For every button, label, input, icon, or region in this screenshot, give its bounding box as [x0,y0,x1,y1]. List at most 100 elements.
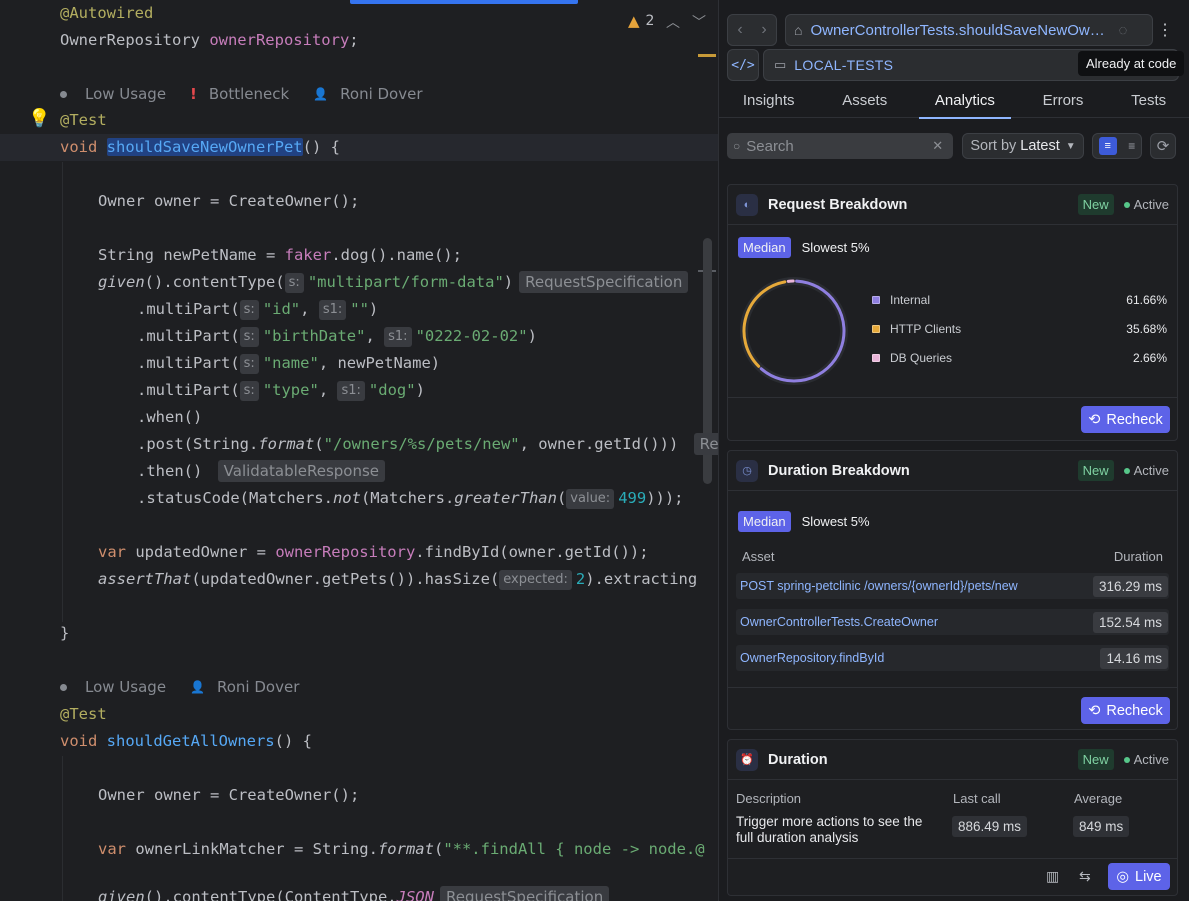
warning-icon: ▲ [628,12,640,30]
asset-link[interactable]: POST spring-petclinic /owners/{ownerId}/… [740,579,1093,593]
code-line[interactable]: Owner owner = CreateOwner(); [98,188,359,215]
codelens-row: Low Usage 👤 Roni Dover [60,675,299,699]
column-header: Last call [953,791,1001,806]
low-usage-label[interactable]: Low Usage [85,82,166,106]
tooltip: Already at code [1078,51,1185,76]
bottleneck-icon: ! [190,85,197,103]
duration-value: 14.16 ms [1100,647,1168,669]
code-line[interactable]: OwnerRepository ownerRepository; [60,27,359,54]
location-bar[interactable]: ⌂ OwnerControllerTests.shouldSaveNewOwne… [785,14,1153,46]
code-line[interactable]: @Autowired [60,0,153,27]
duration-value: 316.29 ms [1092,575,1168,597]
slowest-pill[interactable]: Slowest 5% [797,511,875,532]
median-pill[interactable]: Median [738,237,791,258]
search-box: ○ ✕ [727,133,953,159]
card-title: Duration Breakdown [768,462,910,479]
column-header: Average [1074,791,1123,806]
legend-swatch [872,325,880,333]
table-header: Asset Duration [742,549,1163,564]
code-line[interactable]: @Test [60,107,107,134]
code-line[interactable]: .statusCode(Matchers.not(Matchers.greate… [137,485,684,512]
tab-analytics[interactable]: Analytics [918,84,1011,119]
code-line[interactable]: given().contentType(s: "multipart/form-da… [98,269,689,296]
search-input[interactable] [746,137,927,155]
bullet-icon [60,90,67,98]
sort-descending-icon[interactable]: ≡ [1098,137,1117,155]
description-text: Trigger more actions to see the full dur… [736,814,923,845]
code-line[interactable]: String newPetName = faker.dog().name(); [98,242,462,269]
code-line[interactable]: } [60,620,69,647]
scope-icon[interactable]: ◌ [1118,22,1127,39]
legend-swatch [872,354,880,362]
table-row: POST spring-petclinic /owners/{ownerId}/… [736,573,1169,599]
navigation-arrows: ‹ › [727,14,777,46]
code-icon[interactable]: </> [727,49,759,81]
request-breakdown-icon: ◐ [736,193,758,216]
forward-arrow-icon[interactable]: › [761,21,766,39]
request-breakdown-donut [740,277,848,385]
code-line[interactable]: void shouldGetAllOwners() { [60,728,312,755]
live-button[interactable]: ◎ Live [1108,863,1170,890]
code-line[interactable]: .then() ValidatableResponse [137,458,386,485]
status-badge: Active [1123,752,1169,767]
recheck-icon: ⟲ [1088,411,1101,428]
tab-insights[interactable]: Insights [735,84,803,118]
monitor-icon: ▭ [774,57,787,72]
clear-icon[interactable]: ✕ [932,138,943,154]
card-title: Duration [768,751,828,768]
bottleneck-label[interactable]: Bottleneck [209,82,289,106]
code-line[interactable]: .post(String.format("/owners/%s/pets/new… [137,431,718,458]
recheck-icon: ⟲ [1088,702,1101,719]
code-line[interactable]: @Test [60,701,107,728]
alarm-clock-icon: ⏰ [736,748,758,771]
new-badge: New [1077,460,1114,481]
last-call-value: 886.49 ms [952,816,1028,837]
status-badge: Active [1123,463,1169,478]
code-line[interactable]: assertThat(updatedOwner.getPets()).hasSi… [98,566,697,593]
more-options-icon[interactable]: ⋮ [1149,14,1181,46]
code-line[interactable]: .multiPart(s: "type", s1: "dog") [137,377,425,404]
code-line[interactable]: Owner owner = CreateOwner(); [98,782,359,809]
sort-dropdown[interactable]: Sort by Latest ▼ [962,133,1084,159]
code-line[interactable]: .when() [137,404,202,431]
median-pill[interactable]: Median [738,511,791,532]
code-line[interactable]: .multiPart(s: "birthDate", s1: "0222-02-02… [137,323,537,350]
asset-link[interactable]: OwnerRepository.findById [740,651,1100,665]
duration-breakdown-card: ◷ Duration Breakdown New Active Median S… [727,450,1178,730]
status-badge: Active [1123,197,1169,212]
histogram-icon[interactable]: ▥ [1046,868,1059,885]
tab-errors[interactable]: Errors [1035,84,1092,118]
author-label[interactable]: Roni Dover [340,82,422,106]
previous-highlight-icon[interactable]: ︿ [666,12,680,32]
tab-tests[interactable]: Tests [1123,84,1174,118]
warning-stripe-marker[interactable] [698,54,716,57]
asset-link[interactable]: OwnerControllerTests.CreateOwner [740,615,1093,629]
codelens-row: Low Usage ! Bottleneck 👤 Roni Dover [60,82,423,106]
refresh-icon[interactable]: ⇆ [1079,868,1091,885]
next-highlight-icon[interactable]: ﹀ [692,12,706,32]
slowest-pill[interactable]: Slowest 5% [797,237,875,258]
legend-item: HTTP Clients 35.68% [872,320,1167,338]
recheck-button[interactable]: ⟲ Recheck [1081,406,1170,433]
home-icon[interactable]: ⌂ [794,22,802,38]
low-usage-label[interactable]: Low Usage [85,675,166,699]
code-editor[interactable]: ▲ 2 ︿ ﹀ @Autowired OwnerRepository owner… [0,0,718,901]
author-label[interactable]: Roni Dover [217,675,299,699]
code-line[interactable]: .multiPart(s: "name", newPetName) [137,350,440,377]
refresh-icon[interactable]: ⟳ [1150,133,1176,159]
back-arrow-icon[interactable]: ‹ [737,21,742,39]
code-line[interactable]: .multiPart(s: "id", s1: "") [137,296,378,323]
code-line[interactable]: void shouldSaveNewOwnerPet() { [60,134,340,161]
sort-order-toggle: ≡ ≡ [1092,133,1142,159]
warnings-indicator[interactable]: ▲ 2 [628,12,654,30]
recheck-button[interactable]: ⟲ Recheck [1081,697,1170,724]
code-line[interactable]: given().contentType(ContentType.JSON Requ… [98,884,610,901]
indent-guide [62,756,63,901]
code-line[interactable]: var updatedOwner = ownerRepository.findB… [98,539,649,566]
lightbulb-icon[interactable]: 💡 [28,108,50,130]
sort-ascending-icon[interactable]: ≡ [1128,139,1135,153]
code-line[interactable]: var ownerLinkMatcher = String.format("**… [98,836,705,863]
tab-assets[interactable]: Assets [834,84,895,118]
location-text: OwnerControllerTests.shouldSaveNewOwnerP… [810,21,1111,39]
indent-guide [62,162,63,622]
